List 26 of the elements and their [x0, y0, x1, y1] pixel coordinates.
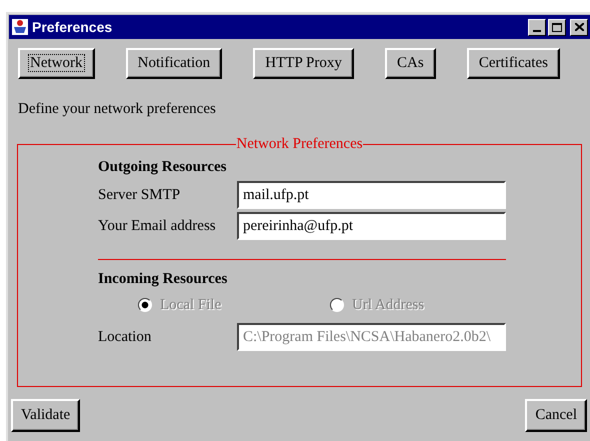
description-text: Define your network preferences — [18, 101, 217, 119]
app-icon — [12, 19, 28, 35]
section-heading: Incoming Resources — [98, 270, 228, 289]
field-label: Location — [98, 328, 152, 346]
window-title: Preferences — [32, 19, 114, 35]
radio-label: Url Address — [352, 296, 424, 314]
maximize-icon — [552, 22, 562, 32]
tab-button[interactable]: HTTP Proxy — [253, 48, 354, 79]
close-icon — [574, 23, 584, 31]
dialog-button[interactable]: Cancel — [525, 399, 587, 432]
minimize-button[interactable] — [528, 18, 546, 36]
tab-button[interactable]: Certificates — [466, 48, 560, 79]
field-label: Your Email address — [98, 218, 217, 234]
radio-label: Local File — [160, 296, 222, 314]
minimize-icon — [533, 30, 541, 32]
close-button[interactable] — [570, 18, 588, 36]
field-label: Server SMTP — [98, 186, 182, 204]
dialog-button[interactable]: Validate — [11, 399, 80, 432]
input-field[interactable]: pereirinha@ufp.pt — [237, 212, 506, 240]
tab-button[interactable]: CAs — [384, 48, 436, 79]
maximize-button[interactable] — [548, 18, 566, 36]
tab-button[interactable]: Network — [18, 48, 94, 79]
tab-button[interactable]: Notification — [126, 48, 222, 79]
section-heading: Outgoing Resources — [98, 158, 228, 177]
group-title: Network Preferences — [236, 136, 363, 152]
input-field[interactable]: mail.ufp.pt — [237, 181, 506, 209]
